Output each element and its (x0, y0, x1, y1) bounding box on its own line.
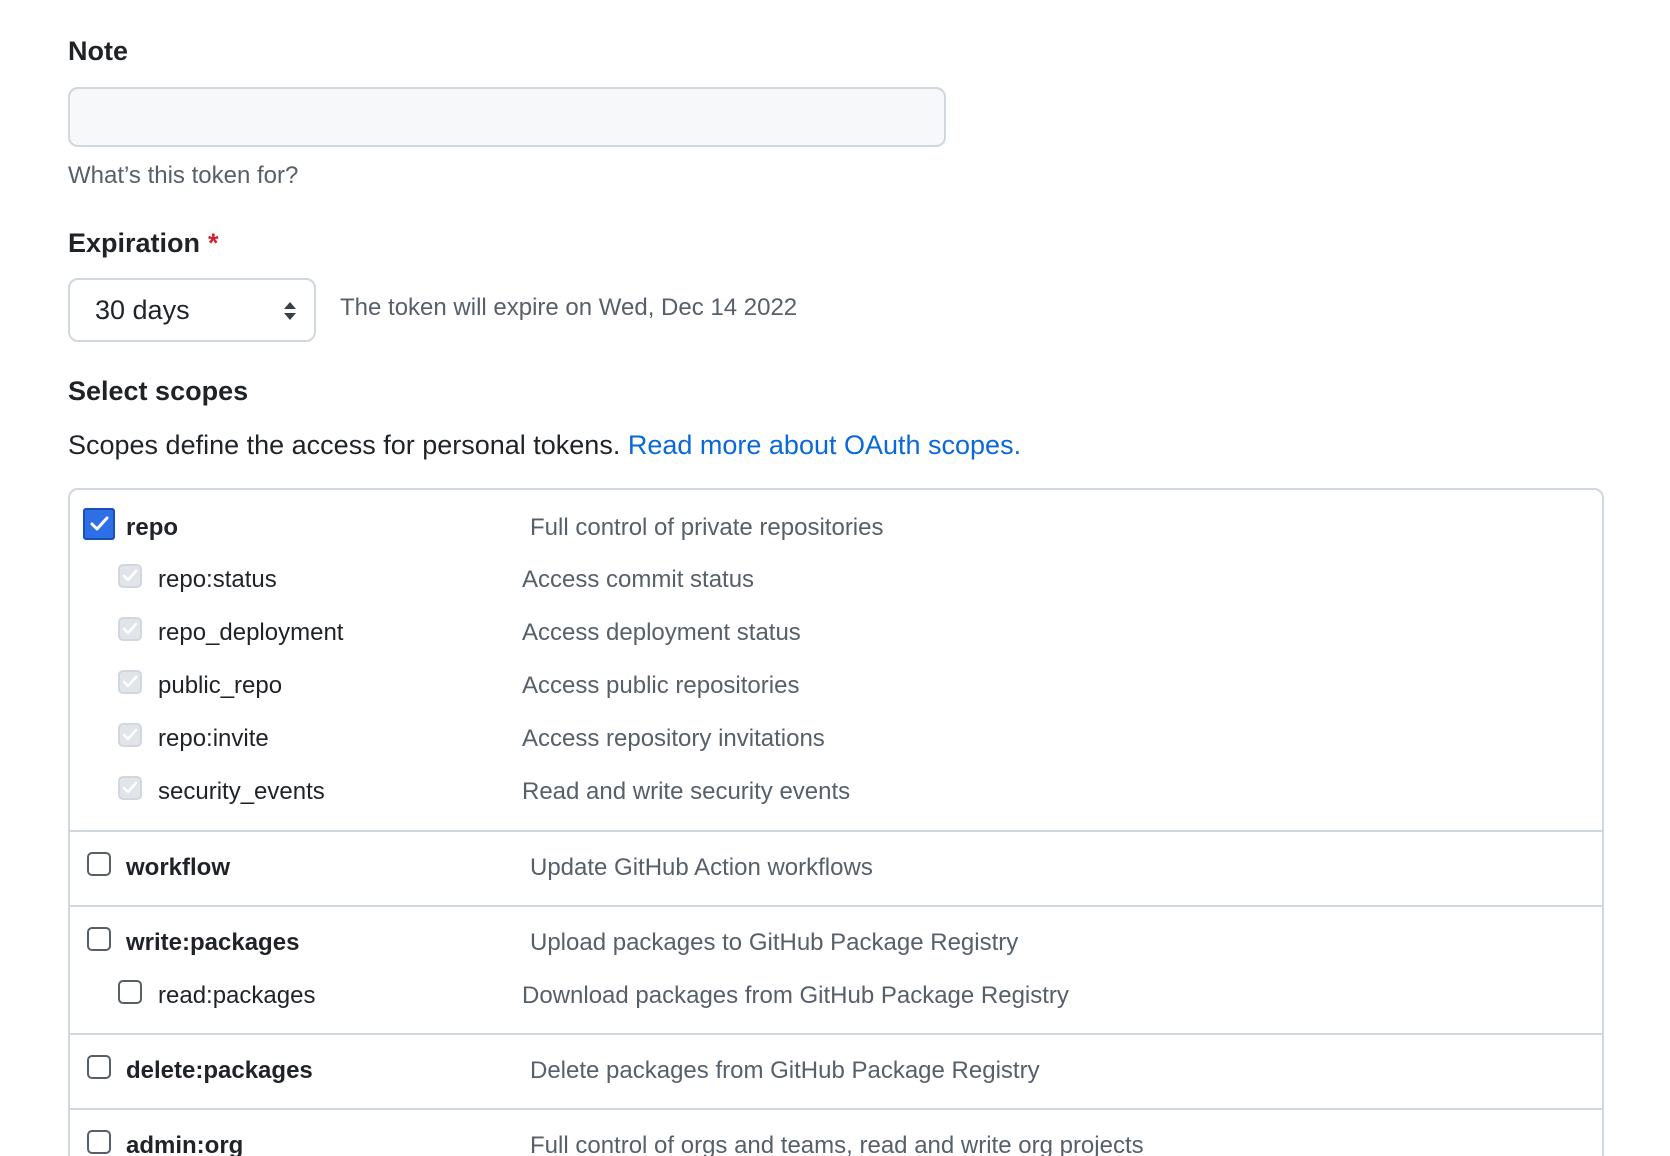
scope-name-repo-invite: repo:invite (158, 725, 269, 752)
scope-desc-security-events: Read and write security events (522, 778, 851, 805)
scope-row-repo-deployment: repo_deployment Access deployment status (70, 617, 1602, 657)
expiration-label-text: Expiration (68, 228, 201, 258)
scope-row-repo-invite: repo:invite Access repository invitation… (70, 723, 1602, 763)
checkmark-icon (122, 569, 138, 582)
expiration-selected-value: 30 days (95, 294, 190, 325)
oauth-scopes-link[interactable]: Read more about OAuth scopes. (628, 430, 1021, 460)
scopes-list: repo Full control of private repositorie… (68, 488, 1604, 1156)
scope-row-read-packages: read:packages Download packages from Git… (70, 980, 1602, 1020)
note-input[interactable] (68, 87, 946, 147)
scope-row-public-repo: public_repo Access public repositories (70, 670, 1602, 710)
scope-row-repo-status: repo:status Access commit status (70, 564, 1602, 604)
scope-row-security-events: security_events Read and write security … (70, 776, 1602, 816)
note-label: Note (68, 36, 128, 66)
scope-desc-admin-org: Full control of orgs and teams, read and… (530, 1132, 1144, 1156)
public-repo-checkbox[interactable] (118, 670, 142, 694)
admin-org-checkbox[interactable] (87, 1130, 111, 1154)
scope-name-workflow: workflow (126, 854, 231, 881)
scope-row-delete-packages: delete:packages Delete packages from Git… (70, 1055, 1602, 1095)
scope-group-workflow: workflow Update GitHub Action workflows (70, 832, 1602, 907)
checkmark-icon (122, 728, 138, 741)
read-packages-checkbox[interactable] (118, 980, 142, 1004)
checkmark-icon (122, 781, 138, 794)
scope-desc-repo-deployment: Access deployment status (522, 619, 801, 646)
scope-desc-read-packages: Download packages from GitHub Package Re… (522, 982, 1069, 1009)
required-marker: * (208, 228, 219, 258)
scope-desc-write-packages: Upload packages to GitHub Package Regist… (530, 929, 1019, 956)
scope-row-write-packages: write:packages Upload packages to GitHub… (70, 927, 1602, 967)
security-events-checkbox[interactable] (118, 776, 142, 800)
scope-name-repo: repo (126, 514, 179, 541)
scope-group-repo: repo Full control of private repositorie… (70, 490, 1602, 832)
scope-row-admin-org: admin:org Full control of orgs and teams… (70, 1130, 1602, 1156)
expiration-info: The token will expire on Wed, Dec 14 202… (340, 294, 798, 321)
expiration-select[interactable]: 30 days (68, 278, 316, 342)
checkmark-icon (122, 675, 138, 688)
scope-desc-repo-status: Access commit status (522, 566, 755, 593)
checkmark-icon (90, 516, 109, 531)
scope-group-write-packages: write:packages Upload packages to GitHub… (70, 907, 1602, 1035)
select-scopes-title: Select scopes (68, 376, 249, 406)
scope-desc-workflow: Update GitHub Action workflows (530, 854, 873, 881)
repo-checkbox[interactable] (83, 508, 115, 540)
scopes-description-text: Scopes define the access for personal to… (68, 430, 621, 460)
write-packages-checkbox[interactable] (87, 927, 111, 951)
scope-name-write-packages: write:packages (126, 929, 300, 956)
scope-group-delete-packages: delete:packages Delete packages from Git… (70, 1035, 1602, 1110)
scope-desc-repo-invite: Access repository invitations (522, 725, 825, 752)
scope-name-repo-deployment: repo_deployment (158, 619, 344, 646)
scope-name-delete-packages: delete:packages (126, 1057, 313, 1084)
scope-row-workflow: workflow Update GitHub Action workflows (70, 852, 1602, 892)
select-caret-icon (284, 302, 296, 320)
repo-invite-checkbox[interactable] (118, 723, 142, 747)
delete-packages-checkbox[interactable] (87, 1055, 111, 1079)
expiration-label: Expiration * (68, 228, 219, 259)
scope-group-admin-org: admin:org Full control of orgs and teams… (70, 1110, 1602, 1156)
scope-row-repo: repo Full control of private repositorie… (70, 508, 1602, 548)
scope-name-security-events: security_events (158, 778, 325, 805)
scope-name-repo-status: repo:status (158, 566, 277, 593)
workflow-checkbox[interactable] (87, 852, 111, 876)
scope-name-read-packages: read:packages (158, 982, 316, 1009)
repo-deployment-checkbox[interactable] (118, 617, 142, 641)
scopes-description: Scopes define the access for personal to… (68, 430, 1021, 461)
scope-desc-repo: Full control of private repositories (530, 514, 884, 541)
repo-status-checkbox[interactable] (118, 564, 142, 588)
scope-desc-public-repo: Access public repositories (522, 672, 800, 699)
token-settings-form: Note What’s this token for? Expiration * … (0, 0, 1670, 1156)
scope-desc-delete-packages: Delete packages from GitHub Package Regi… (530, 1057, 1040, 1084)
scope-name-public-repo: public_repo (158, 672, 283, 699)
scope-name-admin-org: admin:org (126, 1132, 244, 1156)
note-hint: What’s this token for? (68, 162, 299, 189)
checkmark-icon (122, 622, 138, 635)
